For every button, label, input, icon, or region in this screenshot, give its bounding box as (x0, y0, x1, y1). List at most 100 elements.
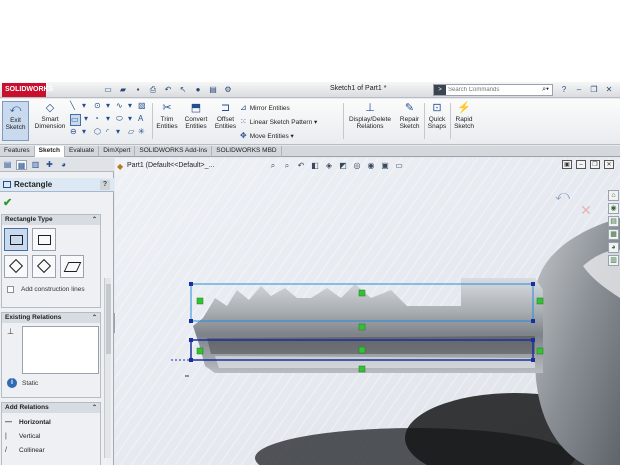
offset-entities-button[interactable]: ⊐ Offset Entities (212, 101, 239, 130)
text-icon[interactable]: A (138, 114, 143, 124)
tab-solidworks-add-ins[interactable]: SOLIDWORKS Add-Ins (135, 146, 213, 157)
circle-icon[interactable]: ⊙ (94, 101, 101, 111)
help-icon[interactable]: ? (100, 180, 110, 190)
arc-icon[interactable]: ◔ (94, 114, 99, 124)
tab-dimxpert[interactable]: DimXpert (99, 146, 136, 157)
feature-tree-item[interactable]: Part1 (Default<<Default>_... (127, 162, 214, 169)
edit-appearance-icon[interactable]: ◉ (366, 161, 376, 171)
rectangle-icon[interactable]: ▭ (70, 114, 81, 126)
line-icon[interactable]: ╲ (70, 101, 75, 111)
file-explorer-icon[interactable]: ▤ (608, 216, 619, 227)
view-palette-icon[interactable]: ▦ (608, 229, 619, 240)
search-commands-box[interactable]: > ⌕▾ (433, 84, 553, 96)
horizontal-relation-marker[interactable] (536, 297, 544, 305)
relation-horizontal[interactable]: — Horizontal (5, 419, 51, 426)
help-icon[interactable]: ? (558, 84, 570, 96)
file-properties-icon[interactable]: ▤ (207, 84, 219, 96)
new-document-icon[interactable]: ▭ (102, 84, 114, 96)
three-point-center-rectangle-option[interactable] (32, 255, 56, 278)
relation-collinear[interactable]: / Collinear (5, 447, 45, 454)
apply-scene-icon[interactable]: ▣ (380, 161, 390, 171)
restore-icon[interactable]: ❐ (588, 84, 600, 96)
existing-relations-list[interactable] (22, 326, 99, 374)
zoom-to-fit-icon[interactable]: ⌕ (268, 161, 278, 171)
ellipse-icon[interactable]: ⬭ (116, 114, 123, 124)
hide-show-items-icon[interactable]: ◎ (352, 161, 362, 171)
midpoint-marker[interactable] (358, 323, 366, 331)
appearances-icon[interactable]: ◕ (608, 242, 619, 253)
fillet-icon[interactable]: ◜ (106, 127, 109, 137)
command-prompt-icon[interactable]: > (434, 85, 446, 95)
confirmation-corner-exit-icon[interactable]: ⤺ (555, 187, 570, 204)
feature-manager-tab-icon[interactable]: ▤ (2, 160, 13, 170)
collapse-icon[interactable]: ⌃ (92, 215, 97, 225)
polygon-icon[interactable]: ⬡ (94, 127, 101, 137)
view-settings-icon[interactable]: ▭ (394, 161, 404, 171)
minimize-icon[interactable]: – (573, 84, 585, 96)
section-view-icon[interactable]: ◧ (310, 161, 320, 171)
midpoint-marker[interactable] (358, 346, 366, 354)
existing-relations-header[interactable]: Existing Relations ⌃ (2, 313, 100, 323)
dropdown-arrow-icon[interactable]: ▾ (106, 101, 110, 111)
corner-rectangle-option[interactable] (4, 228, 28, 251)
add-construction-lines-checkbox[interactable]: Add construction lines (7, 286, 85, 293)
sketch-picture-icon[interactable]: ▧ (138, 101, 146, 111)
exit-sketch-button[interactable]: ⤺ Exit Sketch (2, 101, 29, 141)
open-folder-icon[interactable]: ▰ (117, 84, 129, 96)
dropdown-arrow-icon[interactable]: ▾ (128, 101, 132, 111)
close-icon[interactable]: ✕ (604, 160, 614, 169)
corner-point[interactable] (189, 358, 193, 362)
panel-scrollbar[interactable] (104, 278, 111, 458)
minimize-icon[interactable]: – (576, 160, 586, 169)
point-icon[interactable]: ✳ (138, 127, 145, 137)
collapse-icon[interactable]: ⌃ (92, 313, 97, 323)
horizontal-relation-marker[interactable] (196, 297, 204, 305)
dropdown-arrow-icon[interactable]: ▾ (106, 114, 110, 124)
print-icon[interactable]: ⎙ (147, 84, 159, 96)
repair-sketch-button[interactable]: ✎ Repair Sketch (397, 101, 422, 130)
design-library-icon[interactable]: ◉ (608, 203, 619, 214)
search-icon[interactable]: ⌕▾ (542, 85, 549, 95)
corner-point[interactable] (531, 338, 535, 342)
scrollbar-thumb[interactable] (106, 284, 111, 354)
sketch-canvas[interactable] (115, 158, 620, 465)
display-style-icon[interactable]: ◩ (338, 161, 348, 171)
dropdown-arrow-icon[interactable]: ▾ (82, 101, 86, 111)
smart-dimension-button[interactable]: ◇ Smart Dimension (33, 101, 67, 130)
dropdown-arrow-icon[interactable]: ▾ (116, 127, 120, 137)
corner-point[interactable] (189, 319, 193, 323)
center-rectangle-option[interactable] (32, 228, 56, 251)
solidworks-resources-icon[interactable]: ⌂ (608, 190, 619, 201)
tab-evaluate[interactable]: Evaluate (65, 146, 100, 157)
restore-icon[interactable]: ❐ (590, 160, 600, 169)
horizontal-relation-marker[interactable] (536, 347, 544, 355)
slot-icon[interactable]: ⊖ (70, 127, 77, 137)
three-point-corner-rectangle-option[interactable] (4, 255, 28, 278)
tab-sketch[interactable]: Sketch (34, 146, 65, 157)
plane-icon[interactable]: ▱ (128, 127, 134, 137)
convert-entities-button[interactable]: ⬒ Convert Entities (182, 101, 210, 130)
display-delete-relations-button[interactable]: ⊥ Display/Delete Relations (345, 101, 395, 130)
property-manager-tab-icon[interactable]: ▦ (16, 160, 27, 170)
dropdown-arrow-icon[interactable]: ▾ (82, 127, 86, 137)
dropdown-arrow-icon[interactable]: ▾ (84, 114, 88, 124)
zoom-to-area-icon[interactable]: ⌕ (282, 161, 292, 171)
midpoint-marker[interactable] (358, 365, 366, 373)
graphics-area[interactable]: ◆ Part1 (Default<<Default>_... ⌕ ⌕ ↶ ◧ ◈… (115, 158, 620, 465)
select-pointer-icon[interactable]: ↖ (177, 84, 189, 96)
dropdown-arrow-icon[interactable]: ▾ (314, 119, 317, 126)
collapse-icon[interactable]: ⌃ (92, 403, 97, 413)
undo-icon[interactable]: ↶ (162, 84, 174, 96)
horizontal-relation-marker[interactable] (196, 347, 204, 355)
tab-features[interactable]: Features (0, 146, 35, 157)
spline-icon[interactable]: ∿ (116, 101, 123, 111)
previous-view-icon[interactable]: ↶ (296, 161, 306, 171)
dimxpert-manager-tab-icon[interactable]: ✚ (44, 160, 55, 170)
quick-snaps-button[interactable]: ⊡ Quick Snaps (426, 101, 448, 130)
options-icon[interactable]: ⚙ (222, 84, 234, 96)
midpoint-marker[interactable] (358, 289, 366, 297)
checkbox-box[interactable] (7, 286, 14, 293)
rapid-sketch-button[interactable]: ⚡ Rapid Sketch (452, 101, 476, 130)
solidworks-logo[interactable]: SOLIDWORKS (2, 83, 53, 97)
relation-vertical[interactable]: | Vertical (5, 433, 40, 440)
